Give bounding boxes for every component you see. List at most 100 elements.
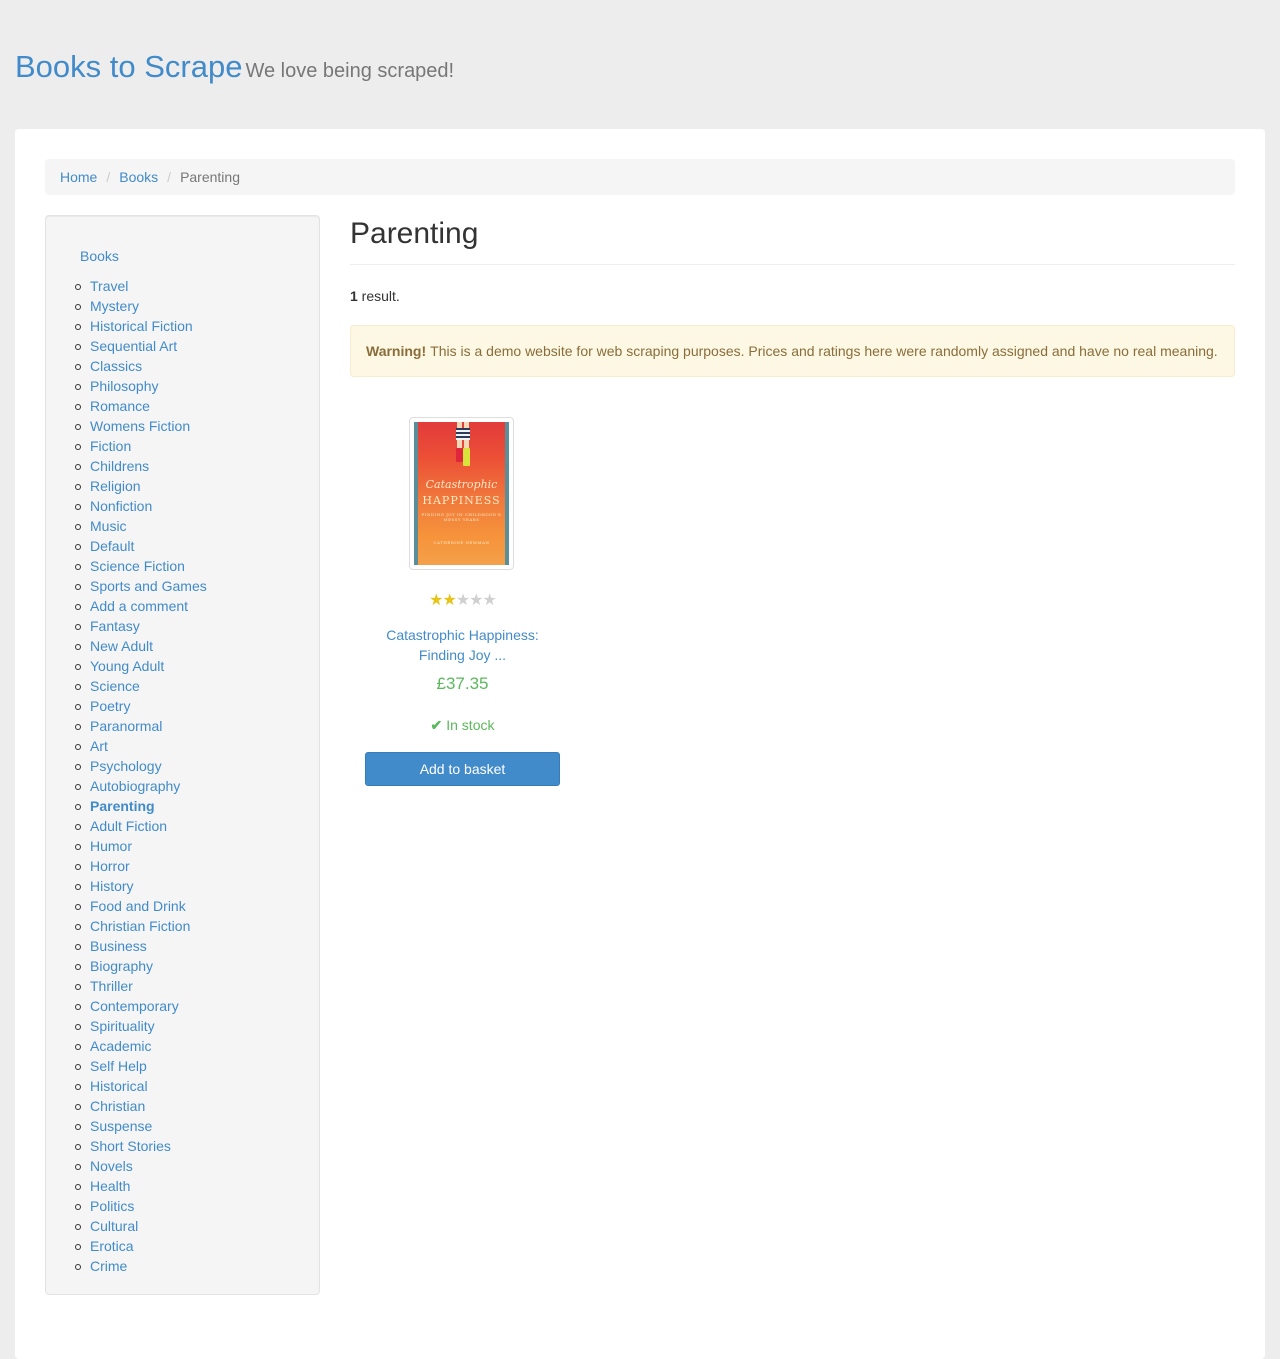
category-link[interactable]: Spirituality [90, 1018, 155, 1034]
category-link[interactable]: Psychology [90, 758, 162, 774]
title-divider [350, 264, 1235, 265]
result-count: 1 result. [350, 286, 400, 306]
category-item: Young Adult [75, 656, 207, 676]
alert-text: This is a demo website for web scraping … [430, 343, 1218, 359]
category-link[interactable]: Christian Fiction [90, 918, 190, 934]
category-link[interactable]: Sports and Games [90, 578, 207, 594]
category-link[interactable]: Business [90, 938, 147, 954]
product-thumbnail[interactable]: Catastrophic HAPPINESS FINDING JOY IN CH… [409, 417, 514, 570]
category-link[interactable]: Biography [90, 958, 153, 974]
category-item: Historical Fiction [75, 316, 207, 336]
category-item: Politics [75, 1196, 207, 1216]
category-link[interactable]: Art [90, 738, 108, 754]
category-item: Historical [75, 1076, 207, 1096]
star-empty-icon: ★ [482, 592, 497, 609]
category-link[interactable]: Self Help [90, 1058, 147, 1074]
cover-author: CATHERINE NEWMAN [433, 540, 490, 545]
book-cover-image: Catastrophic HAPPINESS FINDING JOY IN CH… [414, 422, 509, 565]
category-link[interactable]: Cultural [90, 1218, 138, 1234]
category-link[interactable]: Short Stories [90, 1138, 171, 1154]
breadcrumb-books[interactable]: Books [119, 169, 158, 185]
category-link[interactable]: Default [90, 538, 134, 554]
category-item: Poetry [75, 696, 207, 716]
category-item: Romance [75, 396, 207, 416]
category-link[interactable]: Historical Fiction [90, 318, 193, 334]
category-link[interactable]: Politics [90, 1198, 134, 1214]
category-link[interactable]: Paranormal [90, 718, 162, 734]
category-item: Biography [75, 956, 207, 976]
sidebar-books-link[interactable]: Books [80, 246, 119, 266]
category-item: Cultural [75, 1216, 207, 1236]
category-link[interactable]: Historical [90, 1078, 148, 1094]
breadcrumb-home[interactable]: Home [60, 169, 97, 185]
category-link[interactable]: Academic [90, 1038, 151, 1054]
cover-title-script: Catastrophic [425, 478, 498, 491]
category-link[interactable]: Contemporary [90, 998, 179, 1014]
availability: ✔ In stock [365, 715, 560, 735]
category-link[interactable]: Sequential Art [90, 338, 177, 354]
category-link[interactable]: Add a comment [90, 598, 188, 614]
category-link[interactable]: Travel [90, 278, 128, 294]
category-link[interactable]: Science [90, 678, 140, 694]
category-link[interactable]: Mystery [90, 298, 139, 314]
category-link[interactable]: Health [90, 1178, 130, 1194]
category-link[interactable]: Autobiography [90, 778, 180, 794]
category-link[interactable]: Parenting [90, 798, 155, 814]
category-item: Spirituality [75, 1016, 207, 1036]
category-link[interactable]: Thriller [90, 978, 133, 994]
category-item: Sports and Games [75, 576, 207, 596]
category-item: Christian [75, 1096, 207, 1116]
category-link[interactable]: Poetry [90, 698, 130, 714]
category-link[interactable]: Christian [90, 1098, 145, 1114]
category-item: Crime [75, 1256, 207, 1276]
category-link[interactable]: New Adult [90, 638, 153, 654]
category-link[interactable]: Womens Fiction [90, 418, 190, 434]
category-link[interactable]: Young Adult [90, 658, 164, 674]
category-sidebar: Books Travel Mystery Historical Fiction Seq… [45, 215, 320, 1295]
category-link[interactable]: Classics [90, 358, 142, 374]
category-link[interactable]: History [90, 878, 134, 894]
category-item: Science Fiction [75, 556, 207, 576]
category-link[interactable]: Adult Fiction [90, 818, 167, 834]
star-empty-icon: ★ [455, 592, 470, 609]
cover-art: Catastrophic HAPPINESS FINDING JOY IN CH… [418, 422, 505, 565]
category-item: Classics [75, 356, 207, 376]
result-count-suffix: result. [357, 288, 400, 304]
warning-alert: Warning! This is a demo website for web … [350, 325, 1235, 377]
category-item: Paranormal [75, 716, 207, 736]
star-empty-icon: ★ [469, 592, 483, 609]
category-link[interactable]: Erotica [90, 1238, 134, 1254]
add-to-basket-button[interactable]: Add to basket [365, 752, 560, 786]
category-item: Humor [75, 836, 207, 856]
category-item: Fiction [75, 436, 207, 456]
category-link[interactable]: Suspense [90, 1118, 152, 1134]
category-item: Science [75, 676, 207, 696]
category-link[interactable]: Nonfiction [90, 498, 152, 514]
category-link[interactable]: Crime [90, 1258, 127, 1274]
category-link[interactable]: Humor [90, 838, 132, 854]
category-item: Autobiography [75, 776, 207, 796]
product-title-link[interactable]: Catastrophic Happiness: Finding Joy ... [365, 625, 560, 665]
category-item: Business [75, 936, 207, 956]
category-link[interactable]: Childrens [90, 458, 149, 474]
category-link[interactable]: Religion [90, 478, 141, 494]
tagline: We love being scraped! [245, 60, 455, 82]
breadcrumb-current: Parenting [180, 169, 240, 185]
category-item: Religion [75, 476, 207, 496]
category-link[interactable]: Music [90, 518, 127, 534]
category-item: Suspense [75, 1116, 207, 1136]
category-link[interactable]: Fantasy [90, 618, 140, 634]
category-item: Childrens [75, 456, 207, 476]
category-link[interactable]: Food and Drink [90, 898, 186, 914]
category-link[interactable]: Novels [90, 1158, 133, 1174]
alert-strong: Warning! [366, 343, 427, 359]
category-link[interactable]: Science Fiction [90, 558, 185, 574]
category-item: History [75, 876, 207, 896]
availability-text: In stock [446, 717, 495, 733]
brand-link[interactable]: Books to Scrape [15, 49, 242, 84]
category-link[interactable]: Philosophy [90, 378, 159, 394]
breadcrumb-separator: / [106, 169, 111, 185]
category-link[interactable]: Romance [90, 398, 150, 414]
category-link[interactable]: Horror [90, 858, 130, 874]
category-link[interactable]: Fiction [90, 438, 131, 454]
